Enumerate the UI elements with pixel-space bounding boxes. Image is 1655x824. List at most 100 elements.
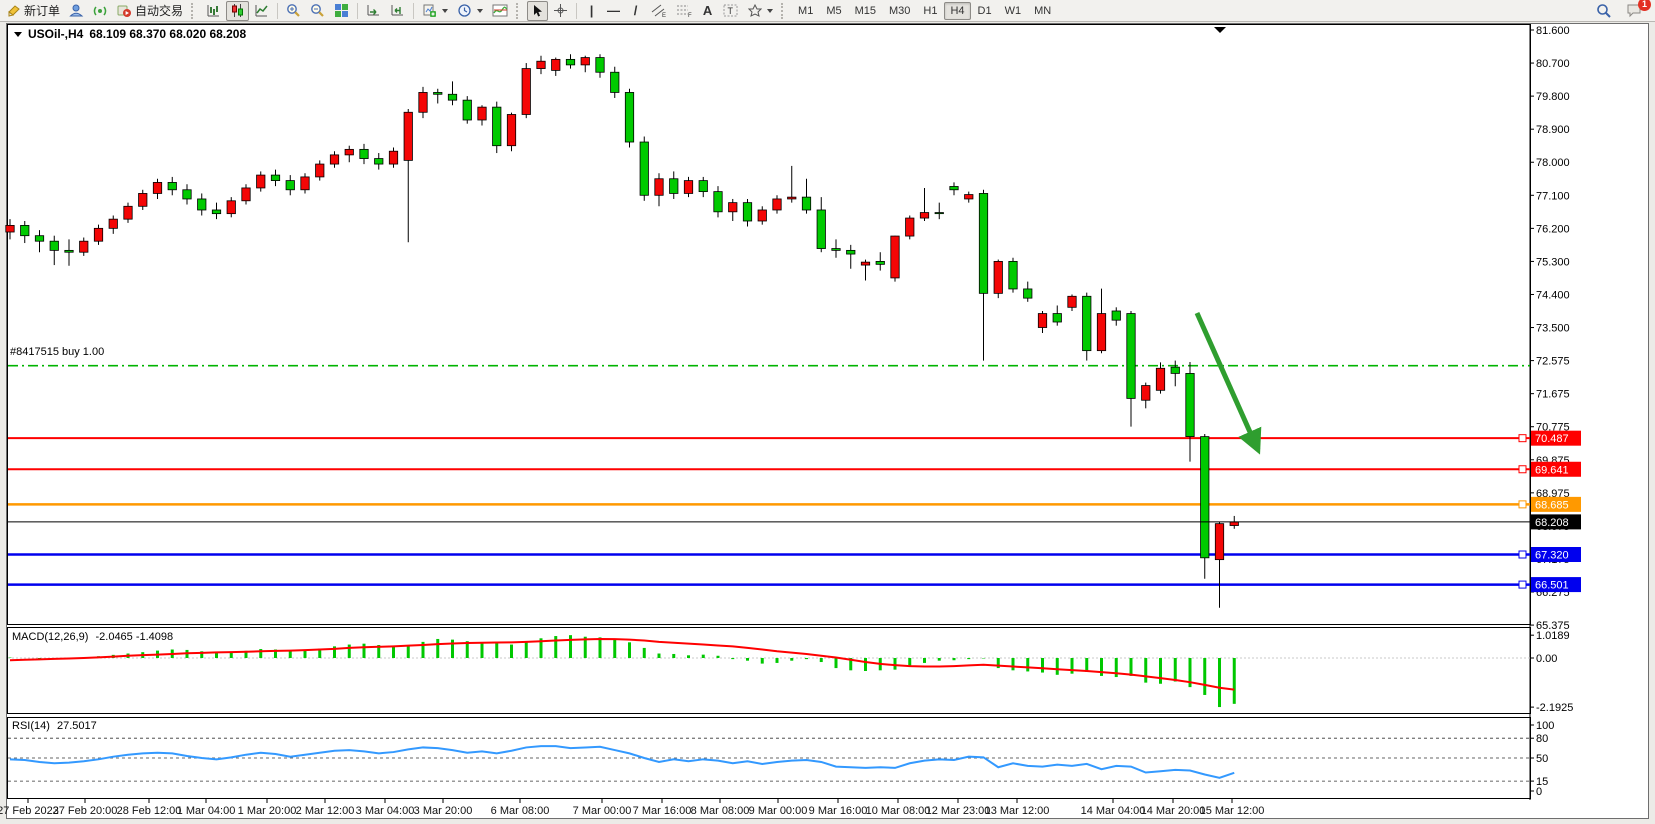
indicators-icon — [492, 3, 508, 18]
tf-h4[interactable]: H4 — [944, 2, 970, 20]
channel-icon: E — [651, 3, 667, 18]
candle-body — [301, 177, 309, 190]
cursor-button[interactable] — [527, 1, 548, 21]
channel-tool[interactable]: E — [647, 1, 671, 21]
candle-body — [330, 155, 338, 164]
zoom-out-button[interactable] — [306, 1, 329, 21]
line-chart-button[interactable] — [250, 1, 273, 21]
chart-shift-button[interactable] — [386, 1, 409, 21]
candle-body — [463, 100, 471, 120]
tf-d1[interactable]: D1 — [972, 2, 998, 20]
line-chart-icon — [254, 3, 269, 18]
new-order-button[interactable]: 新订单 — [3, 1, 64, 21]
svg-text:68.685: 68.685 — [1535, 499, 1569, 511]
candle-body — [935, 213, 943, 214]
horizontal-line-tool[interactable]: — — [603, 1, 624, 21]
tf-m5[interactable]: M5 — [820, 2, 847, 20]
candle-body — [625, 92, 633, 142]
search-button[interactable] — [1592, 1, 1616, 21]
period-button[interactable] — [453, 1, 487, 21]
trendline-tool[interactable]: / — [625, 1, 646, 21]
candle-body — [1215, 524, 1223, 560]
candle-body — [389, 151, 397, 164]
price-badge: 68.208 — [1531, 514, 1581, 529]
candle-body — [419, 92, 427, 112]
tile-windows-icon — [334, 3, 349, 18]
price-badge: 66.501 — [1531, 577, 1581, 592]
auto-trading-icon — [117, 3, 132, 18]
date-label: 13 Mar 12:00 — [985, 805, 1050, 817]
notifications-button[interactable]: 1 — [1622, 1, 1646, 21]
fibonacci-icon: F — [676, 3, 692, 18]
arrows-tool[interactable] — [744, 1, 777, 21]
date-label: 15 Mar 12:00 — [1200, 805, 1265, 817]
candle-body — [906, 218, 914, 236]
price-tick-label: 78.900 — [1536, 124, 1570, 136]
signal-button[interactable] — [89, 1, 112, 21]
tf-m1[interactable]: M1 — [792, 2, 819, 20]
candle-body — [153, 182, 161, 193]
candle-body — [994, 261, 1002, 293]
tf-m15[interactable]: M15 — [849, 2, 882, 20]
date-label: 27 Feb 20:00 — [53, 805, 118, 817]
chart-ohlc-values: 68.109 68.370 68.020 68.208 — [89, 27, 246, 41]
candle-body — [566, 59, 574, 65]
bar-chart-button[interactable] — [202, 1, 225, 21]
chart-canvas[interactable]: 81.60080.70079.80078.90078.00077.10076.2… — [0, 22, 1655, 824]
profile-button[interactable] — [65, 1, 88, 21]
date-label: 9 Mar 16:00 — [809, 805, 868, 817]
candle-body — [684, 181, 692, 194]
new-chart-button[interactable] — [418, 1, 452, 21]
tile-windows-button[interactable] — [330, 1, 353, 21]
arrows-icon — [748, 4, 762, 18]
price-badge: 69.641 — [1531, 462, 1581, 477]
candle-body — [168, 182, 176, 189]
auto-scroll-icon — [366, 3, 381, 18]
chart-shift-icon — [390, 3, 405, 18]
text-tool[interactable]: A — [697, 1, 718, 21]
auto-trading-button[interactable]: 自动交易 — [113, 1, 187, 21]
tf-w1[interactable]: W1 — [999, 2, 1028, 20]
candle-body — [640, 142, 648, 195]
text-label-tool[interactable]: T — [719, 1, 743, 21]
rsi-axis-label: 0 — [1536, 786, 1542, 798]
indicators-button[interactable] — [488, 1, 512, 21]
trading-terminal: 新订单 自动交易 — [0, 0, 1655, 824]
candle-body — [1038, 314, 1046, 328]
fibonacci-tool[interactable]: F — [672, 1, 696, 21]
rsi-axis-label: 100 — [1536, 720, 1554, 732]
crosshair-icon — [553, 3, 568, 18]
price-badge: 67.320 — [1531, 547, 1581, 562]
candle-body — [817, 210, 825, 249]
rsi-axis-label: 50 — [1536, 753, 1548, 765]
toolbar-separator — [576, 3, 577, 19]
candle-body — [891, 236, 899, 278]
toolbar-separator — [357, 3, 358, 19]
auto-scroll-button[interactable] — [362, 1, 385, 21]
candle-body — [227, 201, 235, 214]
new-order-icon — [7, 4, 21, 18]
candle-body — [360, 149, 368, 158]
auto-trading-label: 自动交易 — [135, 2, 183, 19]
candle-body — [1230, 522, 1238, 526]
price-tick-label: 76.200 — [1536, 223, 1570, 235]
candle-body — [109, 219, 117, 228]
zoom-in-button[interactable] — [282, 1, 305, 21]
toolbar-grip — [516, 3, 523, 19]
price-tick-label: 71.675 — [1536, 389, 1570, 401]
crosshair-button[interactable] — [549, 1, 572, 21]
candlestick-chart-button[interactable] — [226, 1, 249, 21]
tf-mn[interactable]: MN — [1028, 2, 1057, 20]
tf-h1[interactable]: H1 — [917, 2, 943, 20]
candle-body — [1127, 314, 1135, 399]
tf-m30[interactable]: M30 — [883, 2, 916, 20]
candle-body — [316, 164, 324, 177]
vertical-line-tool[interactable]: | — [581, 1, 602, 21]
candle-body — [198, 199, 206, 210]
date-label: 12 Mar 23:00 — [926, 805, 991, 817]
candle-body — [434, 92, 442, 94]
toolbar-grip — [781, 3, 788, 19]
candle-body — [6, 225, 14, 232]
candle-body — [507, 114, 515, 145]
chart-expander-icon[interactable] — [14, 32, 22, 37]
